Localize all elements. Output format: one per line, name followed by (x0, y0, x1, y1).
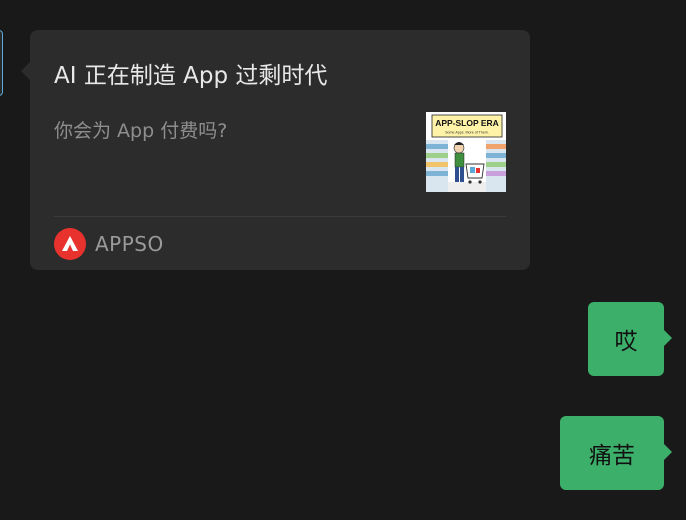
thumbnail-illustration: APP-SLOP ERA Some Apps. More of Them. (426, 112, 506, 192)
thumbnail-banner-text: APP-SLOP ERA (435, 118, 499, 128)
thumbnail-sub-text: Some Apps. More of Them. (445, 131, 489, 135)
message-bubble-sent[interactable]: 哎 (588, 302, 672, 376)
appso-logo-glyph (62, 236, 78, 251)
source-name: APPSO (95, 232, 164, 256)
card-thumbnail: APP-SLOP ERA Some Apps. More of Them. (426, 112, 506, 192)
card-title: AI 正在制造 App 过剩时代 (54, 63, 328, 89)
message-bubble-sent[interactable]: 痛苦 (560, 416, 672, 490)
chat-window: AI 正在制造 App 过剩时代 你会为 App 付费吗? APP-SLOP E… (0, 0, 686, 520)
card-divider (54, 216, 506, 217)
card-description: 你会为 App 付费吗? (54, 120, 228, 142)
sender-avatar[interactable] (0, 30, 3, 96)
message-text: 痛苦 (589, 443, 635, 469)
message-text: 哎 (614, 329, 638, 355)
card-source[interactable]: APPSO (54, 228, 164, 260)
appso-logo-icon (54, 228, 86, 260)
link-share-card[interactable]: AI 正在制造 App 过剩时代 你会为 App 付费吗? APP-SLOP E… (21, 30, 530, 270)
